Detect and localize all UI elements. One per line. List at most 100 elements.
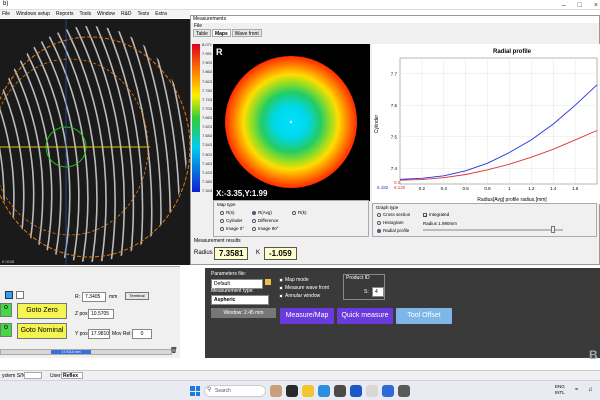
system-sn-field[interactable] bbox=[24, 372, 42, 379]
chart-left-red2-label: 6.130 bbox=[394, 185, 406, 190]
quick-measure-button[interactable]: Quick measure bbox=[337, 308, 393, 324]
position-bar-fill: 17.9110 mm bbox=[51, 350, 91, 354]
product-s-label: S: bbox=[364, 289, 369, 295]
map-opt-difference[interactable]: Difference bbox=[252, 218, 278, 223]
colorbar-tick-label: 7.423 bbox=[202, 169, 213, 175]
r-label: R: bbox=[75, 294, 80, 300]
taskbar-app-icon-9[interactable] bbox=[398, 385, 410, 397]
ypos-field[interactable]: 17.9810 bbox=[88, 329, 110, 339]
fringe-image: 0 0245 bbox=[0, 19, 190, 265]
window-controls: – □ × bbox=[562, 0, 598, 10]
menu-extra[interactable]: Extra bbox=[155, 11, 167, 17]
taskbar-app-icon-6[interactable] bbox=[350, 385, 362, 397]
terminal-button[interactable]: Terminal bbox=[125, 292, 149, 300]
menu-rd[interactable]: R&D bbox=[121, 11, 132, 17]
graph-type-title: Graph type bbox=[376, 205, 399, 210]
x-tick-label: 0.8 bbox=[484, 186, 491, 191]
language-indicator[interactable]: ENG INTL bbox=[555, 384, 565, 396]
green-button-1[interactable]: o bbox=[0, 303, 12, 317]
k-result-value: -1.059 bbox=[264, 247, 297, 260]
edge-icon[interactable] bbox=[318, 385, 330, 397]
user-field[interactable]: Reflex bbox=[61, 372, 83, 379]
x-tick-label: 0.6 bbox=[463, 186, 470, 191]
map-opt-ravg[interactable]: R(Avg) bbox=[252, 210, 272, 215]
small-square-icon[interactable] bbox=[5, 291, 13, 299]
menu-window[interactable]: Window bbox=[97, 11, 115, 17]
measure-wave-front-checkbox[interactable]: Measure wave front bbox=[279, 285, 329, 291]
zpos-field[interactable]: 10.5705 bbox=[88, 309, 114, 319]
tab-wave-front[interactable]: Wave front bbox=[231, 29, 262, 37]
product-s-field[interactable]: 4 bbox=[372, 287, 384, 297]
map-opt-rk[interactable]: R(k) bbox=[292, 210, 307, 215]
trash-icon[interactable]: 🗑 bbox=[170, 347, 178, 354]
close-icon[interactable]: × bbox=[594, 2, 598, 9]
radio-icon bbox=[220, 226, 224, 231]
annular-window-checkbox[interactable]: Annular window bbox=[279, 293, 320, 299]
menu-tools[interactable]: Tools bbox=[79, 11, 91, 17]
movrel-field[interactable]: 0 bbox=[132, 329, 152, 339]
map-opt-cylinder[interactable]: Cylinder bbox=[220, 218, 243, 223]
measure-map-button[interactable]: Measure/Map bbox=[280, 308, 334, 324]
integrated-checkbox[interactable]: ✓ Integrated bbox=[423, 212, 449, 217]
wifi-icon[interactable]: ≈ bbox=[575, 387, 578, 393]
tab-table[interactable]: Table bbox=[193, 29, 211, 37]
y-tick-label: 7.4 bbox=[391, 166, 398, 171]
windows-start-icon[interactable] bbox=[190, 386, 200, 396]
graph-opt-cross-section[interactable]: Cross section bbox=[377, 212, 410, 217]
radius-slider[interactable] bbox=[423, 226, 563, 233]
map-opt-image0[interactable]: Image 0° bbox=[220, 226, 244, 231]
measurements-tabs: Table Maps Wave front bbox=[191, 29, 599, 37]
goto-nominal-button[interactable]: Goto Nominal bbox=[17, 323, 67, 339]
speaker-icon[interactable]: ♫ bbox=[588, 387, 593, 393]
r-unit: mm bbox=[109, 294, 118, 300]
menu-reports[interactable]: Reports bbox=[56, 11, 74, 17]
y-tick-label: 7.5 bbox=[391, 134, 398, 139]
map-opt-image90[interactable]: Image 90° bbox=[252, 226, 279, 231]
product-id-label: Product ID bbox=[346, 275, 370, 281]
graph-opt-histogram[interactable]: Histogram bbox=[377, 220, 404, 225]
camera-view[interactable]: 0 0245 bbox=[0, 19, 190, 265]
y-tick-label: 7.6 bbox=[391, 103, 398, 108]
maximize-icon[interactable]: □ bbox=[578, 2, 582, 9]
menu-tests[interactable]: Tests bbox=[138, 11, 150, 17]
store-icon[interactable] bbox=[334, 385, 346, 397]
taskbar-app-icon-2[interactable] bbox=[286, 385, 298, 397]
green-button-2[interactable]: o bbox=[0, 323, 12, 337]
slider-handle[interactable] bbox=[551, 226, 555, 233]
menu-file[interactable]: File bbox=[2, 11, 10, 17]
zpos-label: Z pos: bbox=[75, 311, 89, 317]
taskbar-app-icon-8[interactable] bbox=[382, 385, 394, 397]
r-field[interactable]: 7.3405 bbox=[82, 292, 106, 302]
taskbar-search[interactable]: Search bbox=[204, 385, 266, 397]
minimize-icon[interactable]: – bbox=[562, 2, 566, 9]
taskbar-app-icon-7[interactable] bbox=[366, 385, 378, 397]
position-bar[interactable]: 17.9110 mm bbox=[0, 349, 172, 355]
map-coordinates: X:-3.35,Y:1.99 bbox=[216, 189, 268, 198]
folder-icon[interactable] bbox=[302, 385, 314, 397]
menu-windows-setup[interactable]: Windows setup bbox=[16, 11, 50, 17]
measurements-title: Measurements bbox=[191, 16, 599, 23]
map-opt-rs[interactable]: R(s) bbox=[220, 210, 235, 215]
folder-icon[interactable] bbox=[265, 279, 271, 285]
map-type-title: Map type bbox=[217, 202, 236, 207]
y-tick-label: 7.7 bbox=[391, 71, 398, 76]
x-tick-label: 1.4 bbox=[550, 186, 557, 191]
k-result-label: K bbox=[256, 250, 261, 256]
taskbar-app-icon-1[interactable] bbox=[270, 385, 282, 397]
status-bar: ystem S/N: User: Reflex bbox=[0, 370, 600, 380]
colorbar-tick-label: 7.783 bbox=[202, 87, 213, 93]
radio-icon bbox=[377, 220, 381, 225]
goto-zero-button[interactable]: Goto Zero bbox=[17, 303, 67, 319]
measurement-type-select[interactable]: Aspheric bbox=[211, 295, 269, 305]
map-mode-checkbox[interactable]: ✓ Map mode bbox=[279, 277, 309, 283]
tool-offset-button[interactable]: Tool Offset bbox=[396, 308, 452, 324]
small-outline-icon[interactable] bbox=[16, 291, 24, 299]
params-file-label: Parameters file: bbox=[211, 271, 247, 277]
height-map[interactable]: R X:-3.35,Y:1.99 bbox=[213, 44, 370, 201]
x-tick-label: 1.2 bbox=[528, 186, 535, 191]
app-title: b) bbox=[3, 1, 9, 7]
map-svg: R X:-3.35,Y:1.99 bbox=[216, 47, 357, 198]
tab-maps[interactable]: Maps bbox=[211, 29, 231, 37]
graph-opt-radial-profile[interactable]: Radial profile bbox=[377, 228, 409, 233]
radio-icon bbox=[252, 226, 256, 231]
